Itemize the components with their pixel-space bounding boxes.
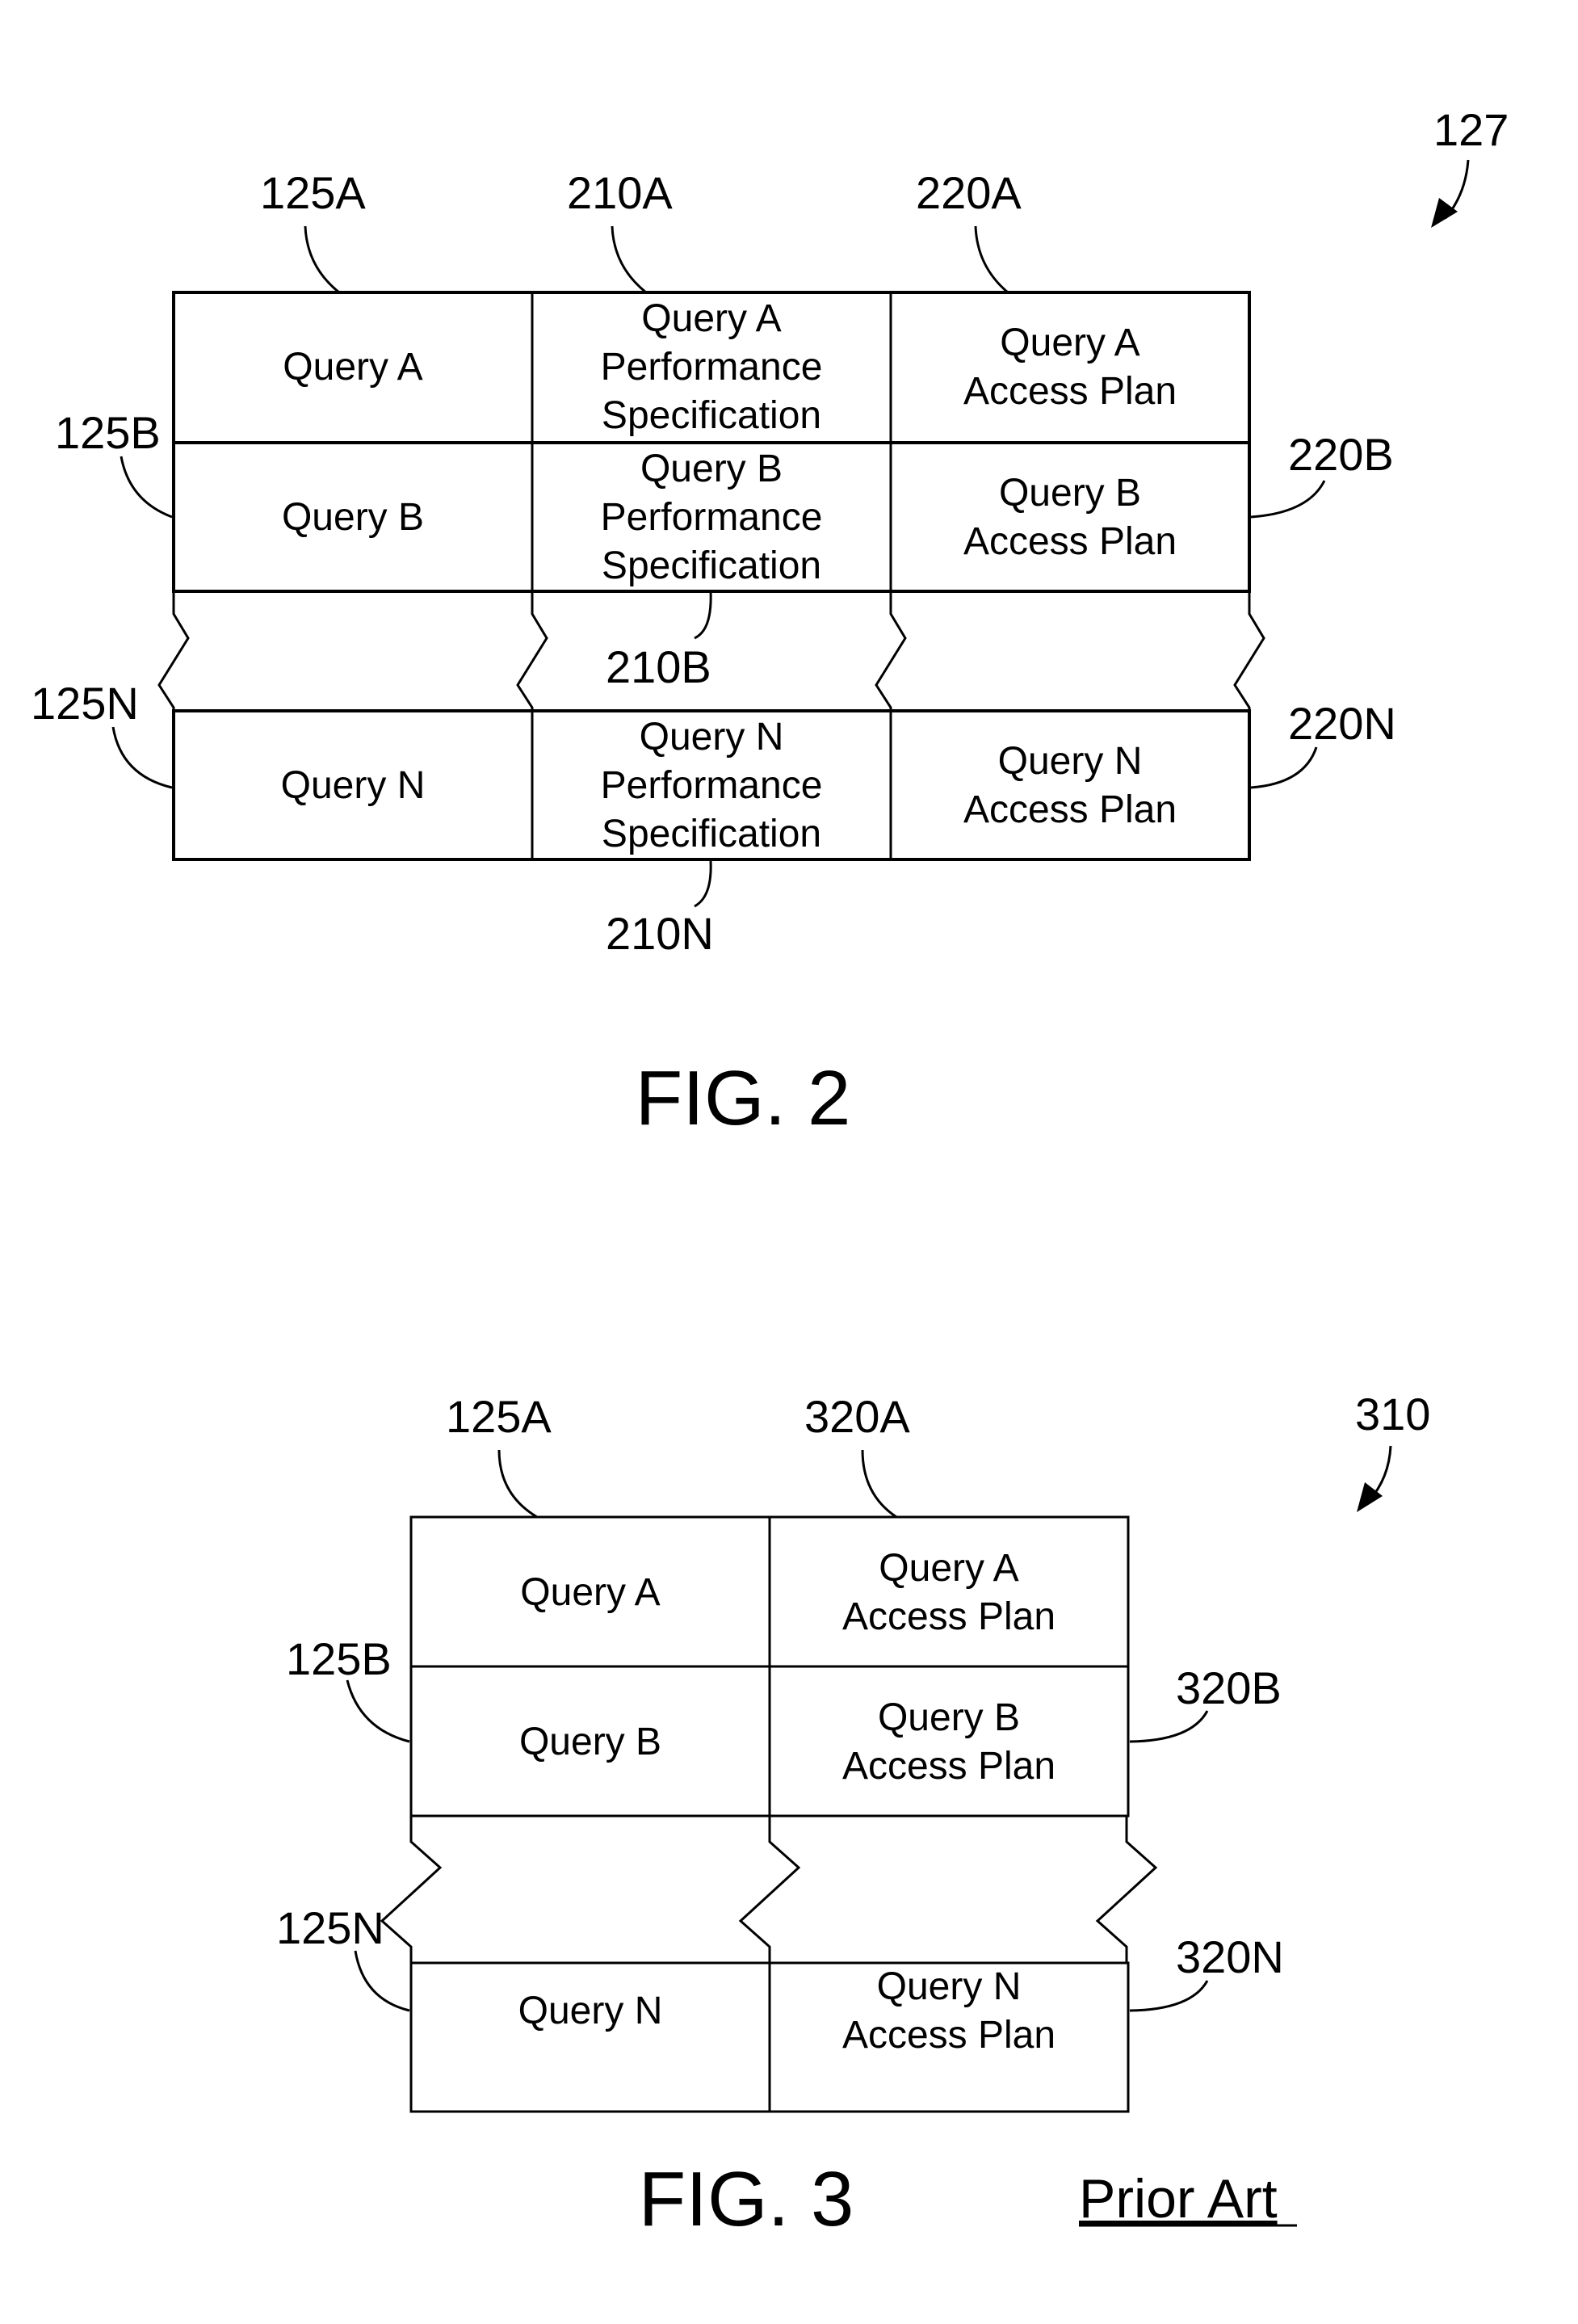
cell-perf-b-l3: Specification (602, 544, 821, 587)
leader-220A (974, 225, 1009, 294)
arrowhead-icon (1431, 198, 1458, 228)
ref-320A: 320A (804, 1391, 910, 1442)
cell-plan-a-l1: Query A (879, 1547, 1018, 1590)
cell-plan-b-l2: Access Plan (842, 1745, 1055, 1788)
cell-perf-a-l2: Performance (601, 346, 823, 389)
prior-art-label: Prior Art (1079, 2168, 1278, 2229)
cell-plan-a-l1: Query A (1000, 321, 1139, 364)
ref-210A: 210A (567, 167, 673, 218)
cell-plan-n-l1: Query N (877, 1965, 1022, 2008)
cell-perf-a-l3: Specification (602, 394, 821, 437)
cell-plan-a-l2: Access Plan (842, 1595, 1055, 1638)
ref-210N: 210N (606, 908, 714, 959)
ref-220N: 220N (1288, 698, 1396, 749)
ref-320B: 320B (1176, 1662, 1282, 1713)
cell-plan-n-l1: Query N (998, 740, 1143, 783)
cell-plan-b-l1: Query B (878, 1696, 1020, 1739)
cell-query-a: Query A (520, 1571, 660, 1614)
cell-perf-n-l3: Specification (602, 813, 821, 855)
ref-310: 310 (1355, 1389, 1430, 1439)
ref-125N: 125N (31, 678, 139, 729)
cell-perf-b-l2: Performance (601, 496, 823, 539)
fig3: 310 125A 320A Query A Query A Access Pla… (276, 1389, 1430, 2242)
leader-210A (611, 225, 647, 294)
cell-perf-n-l2: Performance (601, 764, 823, 807)
fig3-caption: FIG. 3 (639, 2156, 854, 2242)
cell-query-b: Query B (519, 1721, 661, 1763)
cell-plan-b-l2: Access Plan (963, 520, 1177, 563)
ref-125N: 125N (276, 1902, 384, 1953)
cell-perf-b-l1: Query B (640, 448, 783, 490)
ref-210B: 210B (606, 641, 711, 692)
ref-220B: 220B (1288, 429, 1394, 480)
ref-125A: 125A (446, 1391, 552, 1442)
cell-perf-n-l1: Query N (640, 716, 784, 759)
cell-query-n: Query N (281, 764, 426, 807)
ref-125B: 125B (55, 407, 161, 458)
cell-perf-a-l1: Query A (641, 297, 781, 340)
leader-125A (304, 225, 340, 294)
ref-220A: 220A (916, 167, 1022, 218)
cell-plan-n-l2: Access Plan (842, 2014, 1055, 2057)
cell-query-a: Query A (283, 346, 422, 389)
fig2: 127 125A 210A 220A Query A Query A Perfo… (31, 104, 1509, 1141)
cell-plan-a-l2: Access Plan (963, 370, 1177, 413)
ref-125A: 125A (260, 167, 366, 218)
cell-plan-n-l2: Access Plan (963, 788, 1177, 831)
patent-figures: 127 125A 210A 220A Query A Query A Perfo… (31, 104, 1509, 2242)
ref-320N: 320N (1176, 1931, 1284, 1982)
cell-plan-b-l1: Query B (999, 472, 1141, 515)
fig2-caption: FIG. 2 (636, 1055, 851, 1141)
cell-query-n: Query N (518, 1990, 663, 2032)
ref-125B: 125B (286, 1633, 392, 1684)
ref-127: 127 (1433, 104, 1509, 155)
cell-query-b: Query B (282, 496, 424, 539)
